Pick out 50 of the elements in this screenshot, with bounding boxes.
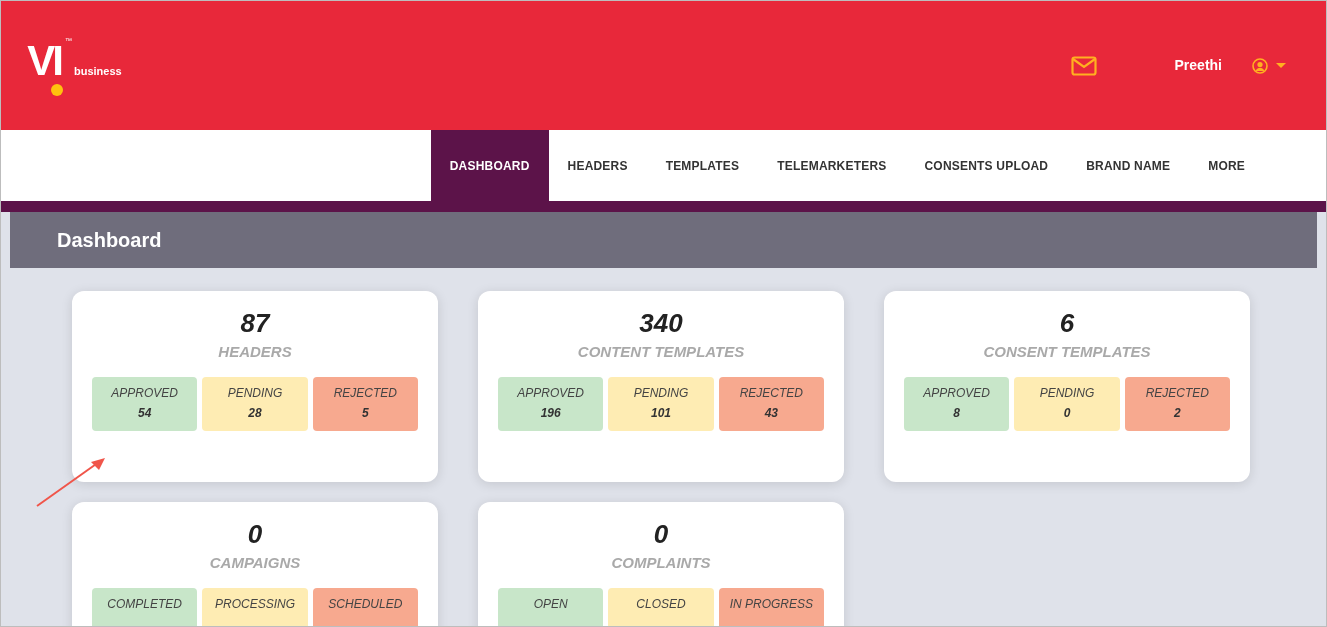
card-title: CONSENT TEMPLATES — [983, 342, 1151, 362]
status-label: PENDING — [1039, 385, 1095, 401]
mail-icon[interactable] — [1070, 55, 1097, 76]
card-total: 87 — [240, 307, 270, 339]
status-count: 43 — [764, 405, 778, 421]
status-count: 8 — [953, 405, 960, 421]
status-count: 54 — [138, 405, 152, 421]
nav-tab[interactable]: HEADERS — [548, 130, 647, 201]
card-total: 6 — [1059, 307, 1075, 339]
status-count: 101 — [650, 405, 671, 421]
status-label: COMPLETED — [107, 596, 182, 612]
status-label: APPROVED — [111, 385, 178, 401]
card-title: COMPLAINTS — [611, 553, 711, 573]
page-title: Dashboard — [57, 228, 162, 253]
nav-tab[interactable]: MORE — [1189, 130, 1264, 201]
status-label: IN PROGRESS — [729, 596, 813, 612]
status-label: PENDING — [633, 385, 689, 401]
caret-icon — [1276, 62, 1286, 69]
status-label: APPROVED — [923, 385, 990, 401]
nav-tab[interactable]: TEMPLATES — [646, 130, 759, 201]
status-count: 196 — [540, 405, 561, 421]
status-label: APPROVED — [517, 385, 584, 401]
status-label: REJECTED — [739, 385, 803, 401]
user-avatar-icon — [1252, 57, 1268, 74]
card-total: 340 — [639, 307, 683, 339]
logo-mark: VI — [27, 40, 61, 81]
logo-subtitle: business — [74, 64, 122, 79]
status-label: SCHEDULED — [328, 596, 403, 612]
nav-tab[interactable]: CONSENTS UPLOAD — [905, 130, 1068, 201]
status-count: 28 — [248, 405, 262, 421]
status-label: REJECTED — [1145, 385, 1209, 401]
status-label: PENDING — [227, 385, 283, 401]
status-label: CLOSED — [636, 596, 686, 612]
card-total: 0 — [653, 518, 669, 550]
card-title: HEADERS — [218, 342, 292, 362]
status-count: 5 — [361, 405, 369, 421]
status-label: PROCESSING — [215, 596, 295, 612]
status-count: 2 — [1173, 405, 1181, 421]
nav-tab[interactable]: TELEMARKETERS — [758, 130, 906, 201]
user-name: Preethi — [1174, 56, 1222, 75]
status-count: 0 — [1063, 405, 1071, 421]
status-label: OPEN — [533, 596, 568, 612]
nav-tab[interactable]: BRAND NAME — [1067, 130, 1190, 201]
nav-tab[interactable]: DASHBOARD — [430, 130, 549, 201]
user-menu-button[interactable] — [1252, 57, 1286, 74]
card-title: CAMPAIGNS — [209, 553, 301, 573]
card-title: CONTENT TEMPLATES — [577, 342, 745, 362]
status-label: REJECTED — [333, 385, 397, 401]
pointer-arrow-drawing — [35, 456, 107, 508]
card-total: 0 — [247, 518, 263, 550]
